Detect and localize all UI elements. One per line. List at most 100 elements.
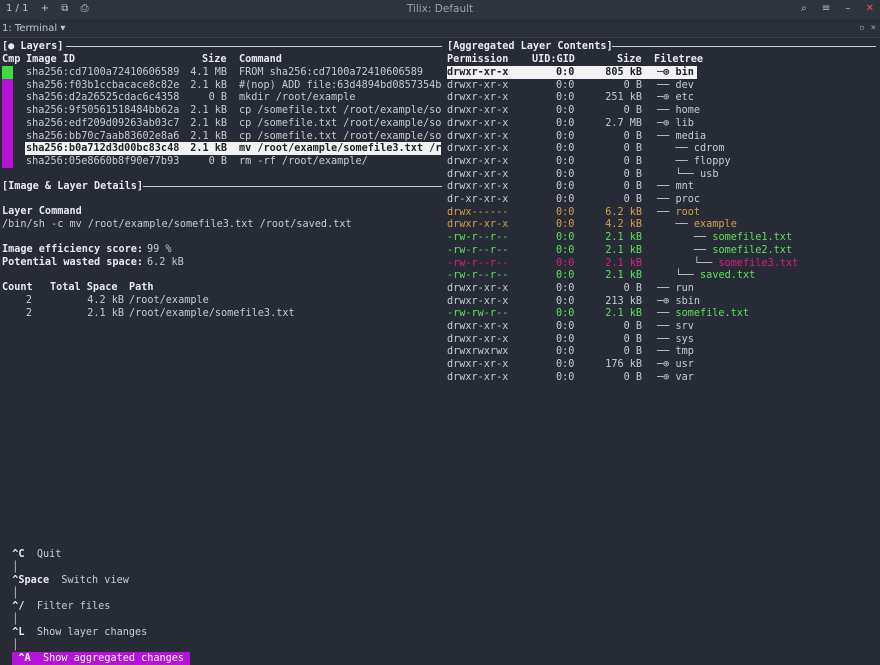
- file-row[interactable]: drwxr-xr-x 0:0 0 B ── cdrom: [447, 142, 877, 155]
- layers-col-cmp: Cmp: [2, 54, 21, 65]
- file-size: 2.1 kB: [605, 232, 642, 244]
- layer-row[interactable]: sha256:f03b1ccbacace8c82e 2.1 kB #(nop) AD…: [25, 79, 441, 92]
- panel-border: [66, 46, 442, 47]
- file-row[interactable]: -rw-r--r-- 0:0 2.1 kB ── somefile2.txt: [447, 244, 877, 257]
- file-name: srv: [675, 321, 694, 332]
- file-row[interactable]: -rw-r--r-- 0:0 2.1 kB └── somefile3.txt: [447, 257, 877, 270]
- file-size: 0 B: [623, 79, 642, 91]
- file-permission: -rw-rw-r--: [447, 308, 509, 320]
- file-size: 176 kB: [605, 359, 642, 371]
- layer-size: 2.1 kB: [190, 79, 227, 91]
- file-name: somefile2.txt: [712, 244, 793, 256]
- terminal-tab[interactable]: 1: Terminal ▾: [2, 23, 65, 34]
- file-row[interactable]: -rw-r--r-- 0:0 2.1 kB ── somefile1.txt: [447, 231, 877, 244]
- tree-connector: ──: [657, 194, 676, 205]
- close-icon[interactable]: ✕: [866, 3, 874, 14]
- file-permission: drwxr-xr-x: [447, 371, 509, 383]
- file-row[interactable]: drwxr-xr-x 0:0 4.2 kB ── example: [447, 218, 877, 231]
- file-permission: drwxr-xr-x: [447, 79, 509, 91]
- file-row[interactable]: drwxr-xr-x 0:0 0 B ── home: [447, 104, 877, 117]
- contents-panel-header: [Aggregated Layer Contents]: [447, 41, 613, 52]
- file-size: 0 B: [623, 333, 642, 345]
- file-name: etc: [675, 92, 694, 104]
- file-row[interactable]: drwxr-xr-x 0:0 0 B ── sys: [447, 333, 877, 346]
- terminal-tab-label: 1: Terminal: [2, 23, 58, 34]
- file-row[interactable]: drwxr-xr-x 0:0 0 B ── mnt: [447, 180, 877, 193]
- tree-connector: ─⊕: [657, 295, 676, 307]
- layer-command: mkdir /root/example: [239, 92, 356, 104]
- file-row[interactable]: -rw-rw-r-- 0:0 2.1 kB ── somefile.txt: [447, 307, 877, 320]
- layer-row[interactable]: sha256:d2a26525cdac6c4358 0 B mkdir /root/…: [25, 91, 441, 104]
- file-uid-gid: 0:0: [556, 79, 575, 91]
- file-permission: drwxr-xr-x: [447, 168, 509, 180]
- layer-row[interactable]: sha256:9f50561518484bb62a 2.1 kB cp /somef…: [25, 104, 441, 117]
- file-row[interactable]: -rw-r--r-- 0:0 2.1 kB └── saved.txt: [447, 269, 877, 282]
- file-row[interactable]: drwxrwxrwx 0:0 0 B ── tmp: [447, 345, 877, 358]
- aggregated-label: Show aggregated changes: [42, 653, 185, 664]
- file-row[interactable]: drwxr-xr-x 0:0 2.7 MB ─⊕ lib: [447, 117, 877, 130]
- maximize-pane-icon[interactable]: ▫: [859, 23, 864, 33]
- layer-image-id: sha256:bb70c7aab83602e8a6: [26, 130, 180, 142]
- layer-row-selected[interactable]: sha256:b0a712d3d00bc83c48 2.1 kB mv /root/…: [25, 142, 441, 156]
- layer-command: cp /somefile.txt /root/example/so: [239, 117, 442, 129]
- file-row[interactable]: drwxr-xr-x 0:0 213 kB ─⊕ sbin: [447, 295, 877, 308]
- aggregated-changes-binding[interactable]: ^A Show aggregated changes: [12, 652, 191, 665]
- layer-size: 0 B: [208, 92, 227, 104]
- layers-col-image-id: Image ID: [26, 54, 76, 65]
- file-row[interactable]: drwxr-xr-x 0:0 176 kB ─⊕ usr: [447, 358, 877, 371]
- file-size: 0 B: [623, 371, 642, 383]
- close-pane-icon[interactable]: ✕: [871, 23, 876, 33]
- file-row[interactable]: drwxr-xr-x 0:0 0 B ── media: [447, 130, 877, 143]
- file-row-selected[interactable]: drwxr-xr-x 0:0 805 kB ─⊕ bin: [447, 66, 877, 79]
- minimize-icon[interactable]: –: [845, 3, 850, 14]
- file-permission: drwxr-xr-x: [447, 67, 509, 78]
- tree-connector: ──: [657, 232, 713, 244]
- details-panel-header: [Image & Layer Details]: [2, 181, 144, 192]
- layer-command: rm -rf /root/example/: [239, 155, 368, 167]
- tree-connector: └──: [657, 168, 700, 180]
- file-row[interactable]: drwxr-xr-x 0:0 251 kB ─⊕ etc: [447, 91, 877, 104]
- search-icon[interactable]: ⌕: [801, 3, 807, 14]
- layer-changes-binding[interactable]: ^L Show layer changes: [12, 626, 147, 639]
- file-row[interactable]: drwxr-xr-x 0:0 0 B ── floppy: [447, 155, 877, 168]
- layer-image-id: sha256:9f50561518484bb62a: [26, 105, 180, 117]
- file-uid-gid: 0:0: [556, 206, 575, 218]
- tree-connector: ──: [657, 282, 676, 294]
- file-size: 2.1 kB: [605, 308, 642, 320]
- layer-row[interactable]: sha256:edf209d09263ab03c7 2.1 kB cp /somef…: [25, 117, 441, 130]
- layer-row[interactable]: sha256:05e8660b8f90e77b93 0 B rm -rf /root…: [25, 155, 441, 168]
- file-row[interactable]: drwxr-xr-x 0:0 0 B ── run: [447, 282, 877, 295]
- file-row[interactable]: drwxr-xr-x 0:0 0 B ─⊕ var: [447, 371, 877, 384]
- file-uid-gid: 0:0: [556, 359, 575, 371]
- file-size: 2.7 MB: [605, 117, 642, 129]
- file-permission: drwxr-xr-x: [447, 155, 509, 167]
- tree-connector: ──: [657, 346, 676, 358]
- layer-size: 2.1 kB: [190, 143, 227, 155]
- layer-row[interactable]: sha256:cd7100a72410606589 4.1 MB FROM sha2…: [25, 66, 441, 79]
- file-row[interactable]: dr-xr-xr-x 0:0 0 B ── proc: [447, 193, 877, 206]
- contents-col-uid-gid: UID:GID: [532, 54, 575, 65]
- wasted-space-label: Potential wasted space:: [2, 257, 144, 268]
- file-uid-gid: 0:0: [556, 244, 575, 256]
- file-size: 0 B: [623, 168, 642, 180]
- layer-row[interactable]: sha256:bb70c7aab83602e8a6 2.1 kB cp /somef…: [25, 130, 441, 143]
- window-title: Tilix: Default: [406, 3, 474, 15]
- file-permission: -rw-r--r--: [447, 244, 509, 256]
- file-row[interactable]: drwxr-xr-x 0:0 0 B ── srv: [447, 320, 877, 333]
- file-row[interactable]: drwxr-xr-x 0:0 0 B └── usb: [447, 168, 877, 181]
- file-row[interactable]: drwxr-xr-x 0:0 0 B ── dev: [447, 79, 877, 92]
- file-permission: drwxr-xr-x: [447, 181, 509, 193]
- file-name: somefile1.txt: [712, 232, 793, 244]
- file-row[interactable]: drwx------ 0:0 6.2 kB ── root: [447, 206, 877, 219]
- tree-connector: ──: [657, 206, 676, 218]
- efficiency-label: Image efficiency score:: [2, 244, 144, 255]
- file-uid-gid: 0:0: [556, 67, 575, 78]
- file-uid-gid: 0:0: [556, 105, 575, 117]
- menu-icon[interactable]: ≡: [822, 3, 830, 14]
- chevron-down-icon[interactable]: ▾: [60, 23, 65, 34]
- layer-size: 0 B: [208, 155, 227, 167]
- filter-binding[interactable]: ^/ Filter files: [12, 600, 110, 613]
- switch-view-binding[interactable]: ^Space Switch view: [12, 574, 129, 587]
- tree-connector: ──: [657, 321, 676, 332]
- file-size: 0 B: [623, 105, 642, 117]
